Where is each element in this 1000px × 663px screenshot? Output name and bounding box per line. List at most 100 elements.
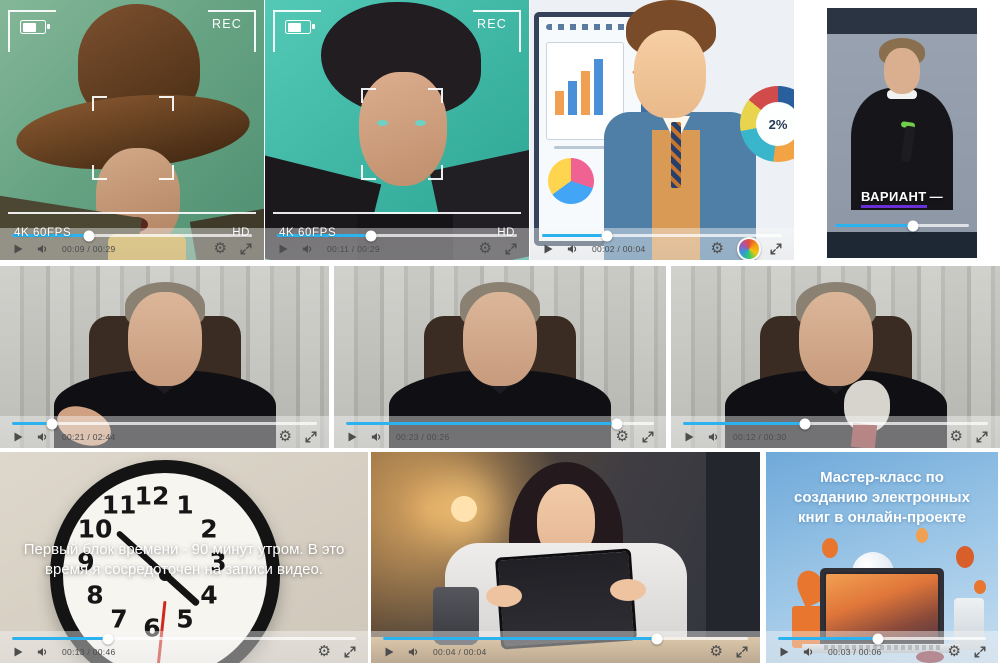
volume-button[interactable] (371, 431, 383, 443)
play-button[interactable] (12, 646, 24, 658)
settings-button[interactable]: ⚙ (711, 241, 724, 256)
volume-icon[interactable] (37, 243, 49, 255)
mini-bar (594, 59, 603, 115)
play-button[interactable] (383, 646, 395, 658)
volume-button[interactable] (302, 243, 314, 255)
settings-button[interactable]: ⚙ (318, 644, 331, 659)
settings-button[interactable]: ⚙ (950, 429, 963, 444)
fullscreen-button[interactable] (974, 646, 986, 658)
play-icon[interactable] (12, 431, 24, 443)
progress-bar[interactable] (12, 633, 356, 644)
progress-bar[interactable] (346, 418, 654, 429)
volume-button[interactable] (567, 243, 579, 255)
fullscreen-icon[interactable] (240, 243, 252, 255)
progress-thumb[interactable] (601, 230, 613, 241)
fullscreen-icon[interactable] (976, 431, 988, 443)
video-player-1[interactable]: REC 4K 60FPS HD 00:09 / 00:29 ⚙ (0, 0, 264, 260)
progress-fill (346, 422, 618, 425)
settings-button[interactable]: ⚙ (948, 644, 961, 659)
play-icon[interactable] (383, 646, 395, 658)
progress-thumb[interactable] (46, 418, 58, 429)
color-wheel-icon[interactable] (737, 236, 761, 260)
play-button[interactable] (12, 431, 24, 443)
volume-icon[interactable] (37, 646, 49, 658)
fullscreen-icon[interactable] (770, 243, 782, 255)
play-button[interactable] (277, 243, 289, 255)
face-focus-frame (92, 96, 174, 180)
volume-button[interactable] (408, 646, 420, 658)
volume-icon[interactable] (567, 243, 579, 255)
volume-icon[interactable] (371, 431, 383, 443)
volume-button[interactable] (37, 243, 49, 255)
video-player-6[interactable]: 00:23 / 00:26 ⚙ (334, 266, 666, 448)
fullscreen-button[interactable] (736, 646, 748, 658)
fullscreen-icon[interactable] (736, 646, 748, 658)
video-player-4[interactable]: ВАРИАНТ — (827, 8, 977, 258)
progress-bar[interactable] (683, 418, 988, 429)
play-icon[interactable] (12, 646, 24, 658)
color-wheel-button[interactable] (737, 236, 761, 260)
fullscreen-button[interactable] (240, 243, 252, 255)
fullscreen-icon[interactable] (505, 243, 517, 255)
progress-thumb[interactable] (83, 230, 95, 241)
settings-button[interactable]: ⚙ (479, 241, 492, 256)
play-icon[interactable] (277, 243, 289, 255)
fullscreen-icon[interactable] (974, 646, 986, 658)
volume-icon[interactable] (302, 243, 314, 255)
settings-button[interactable]: ⚙ (616, 429, 629, 444)
play-icon[interactable] (683, 431, 695, 443)
progress-thumb[interactable] (611, 418, 623, 429)
video-player-5[interactable]: 00:21 / 02:44 ⚙ (0, 266, 329, 448)
play-button[interactable] (683, 431, 695, 443)
fullscreen-button[interactable] (770, 243, 782, 255)
play-button[interactable] (12, 243, 24, 255)
play-button[interactable] (778, 646, 790, 658)
volume-icon[interactable] (37, 431, 49, 443)
progress-thumb[interactable] (799, 418, 811, 429)
fullscreen-button[interactable] (976, 431, 988, 443)
settings-button[interactable]: ⚙ (710, 644, 723, 659)
volume-button[interactable] (708, 431, 720, 443)
volume-icon[interactable] (408, 646, 420, 658)
play-button[interactable] (346, 431, 358, 443)
video-player-2[interactable]: REC 4K 60FPS HD 00:11 / 00:29 ⚙ (265, 0, 529, 260)
video-player-7[interactable]: 00:12 / 00:30 ⚙ (671, 266, 1000, 448)
progress-thumb[interactable] (907, 220, 919, 231)
play-button[interactable] (542, 243, 554, 255)
fullscreen-button[interactable] (505, 243, 517, 255)
video-player-8[interactable]: 12 1 2 3 4 5 6 7 8 9 10 11 Первый блок в… (0, 452, 368, 663)
volume-button[interactable] (37, 646, 49, 658)
man-face (127, 292, 202, 386)
progress-thumb[interactable] (365, 230, 377, 241)
volume-icon[interactable] (803, 646, 815, 658)
play-icon[interactable] (12, 243, 24, 255)
settings-button[interactable]: ⚙ (214, 241, 227, 256)
focus-corner-icon (361, 165, 376, 180)
volume-icon[interactable] (708, 431, 720, 443)
fullscreen-button[interactable] (642, 431, 654, 443)
play-icon[interactable] (346, 431, 358, 443)
progress-bar[interactable] (542, 230, 782, 241)
progress-bar[interactable] (383, 633, 748, 644)
left-hand (485, 585, 522, 607)
play-icon[interactable] (778, 646, 790, 658)
progress-bar[interactable] (835, 220, 969, 231)
progress-thumb[interactable] (102, 633, 114, 644)
fullscreen-icon[interactable] (642, 431, 654, 443)
fullscreen-button[interactable] (344, 646, 356, 658)
fullscreen-button[interactable] (305, 431, 317, 443)
progress-bar[interactable] (12, 418, 317, 429)
volume-button[interactable] (37, 431, 49, 443)
video-player-9[interactable]: 00:04 / 00:04 ⚙ (371, 452, 760, 663)
progress-bar[interactable] (778, 633, 986, 644)
focus-corner-icon (159, 96, 174, 111)
volume-button[interactable] (803, 646, 815, 658)
progress-thumb[interactable] (872, 633, 884, 644)
video-player-10[interactable]: Мастер-класс по созданию электронных кни… (766, 452, 998, 663)
play-icon[interactable] (542, 243, 554, 255)
settings-button[interactable]: ⚙ (279, 429, 292, 444)
fullscreen-icon[interactable] (305, 431, 317, 443)
fullscreen-icon[interactable] (344, 646, 356, 658)
progress-thumb[interactable] (651, 633, 663, 644)
video-player-3[interactable]: 2% 00:02 / 00:04 ⚙ (530, 0, 794, 260)
